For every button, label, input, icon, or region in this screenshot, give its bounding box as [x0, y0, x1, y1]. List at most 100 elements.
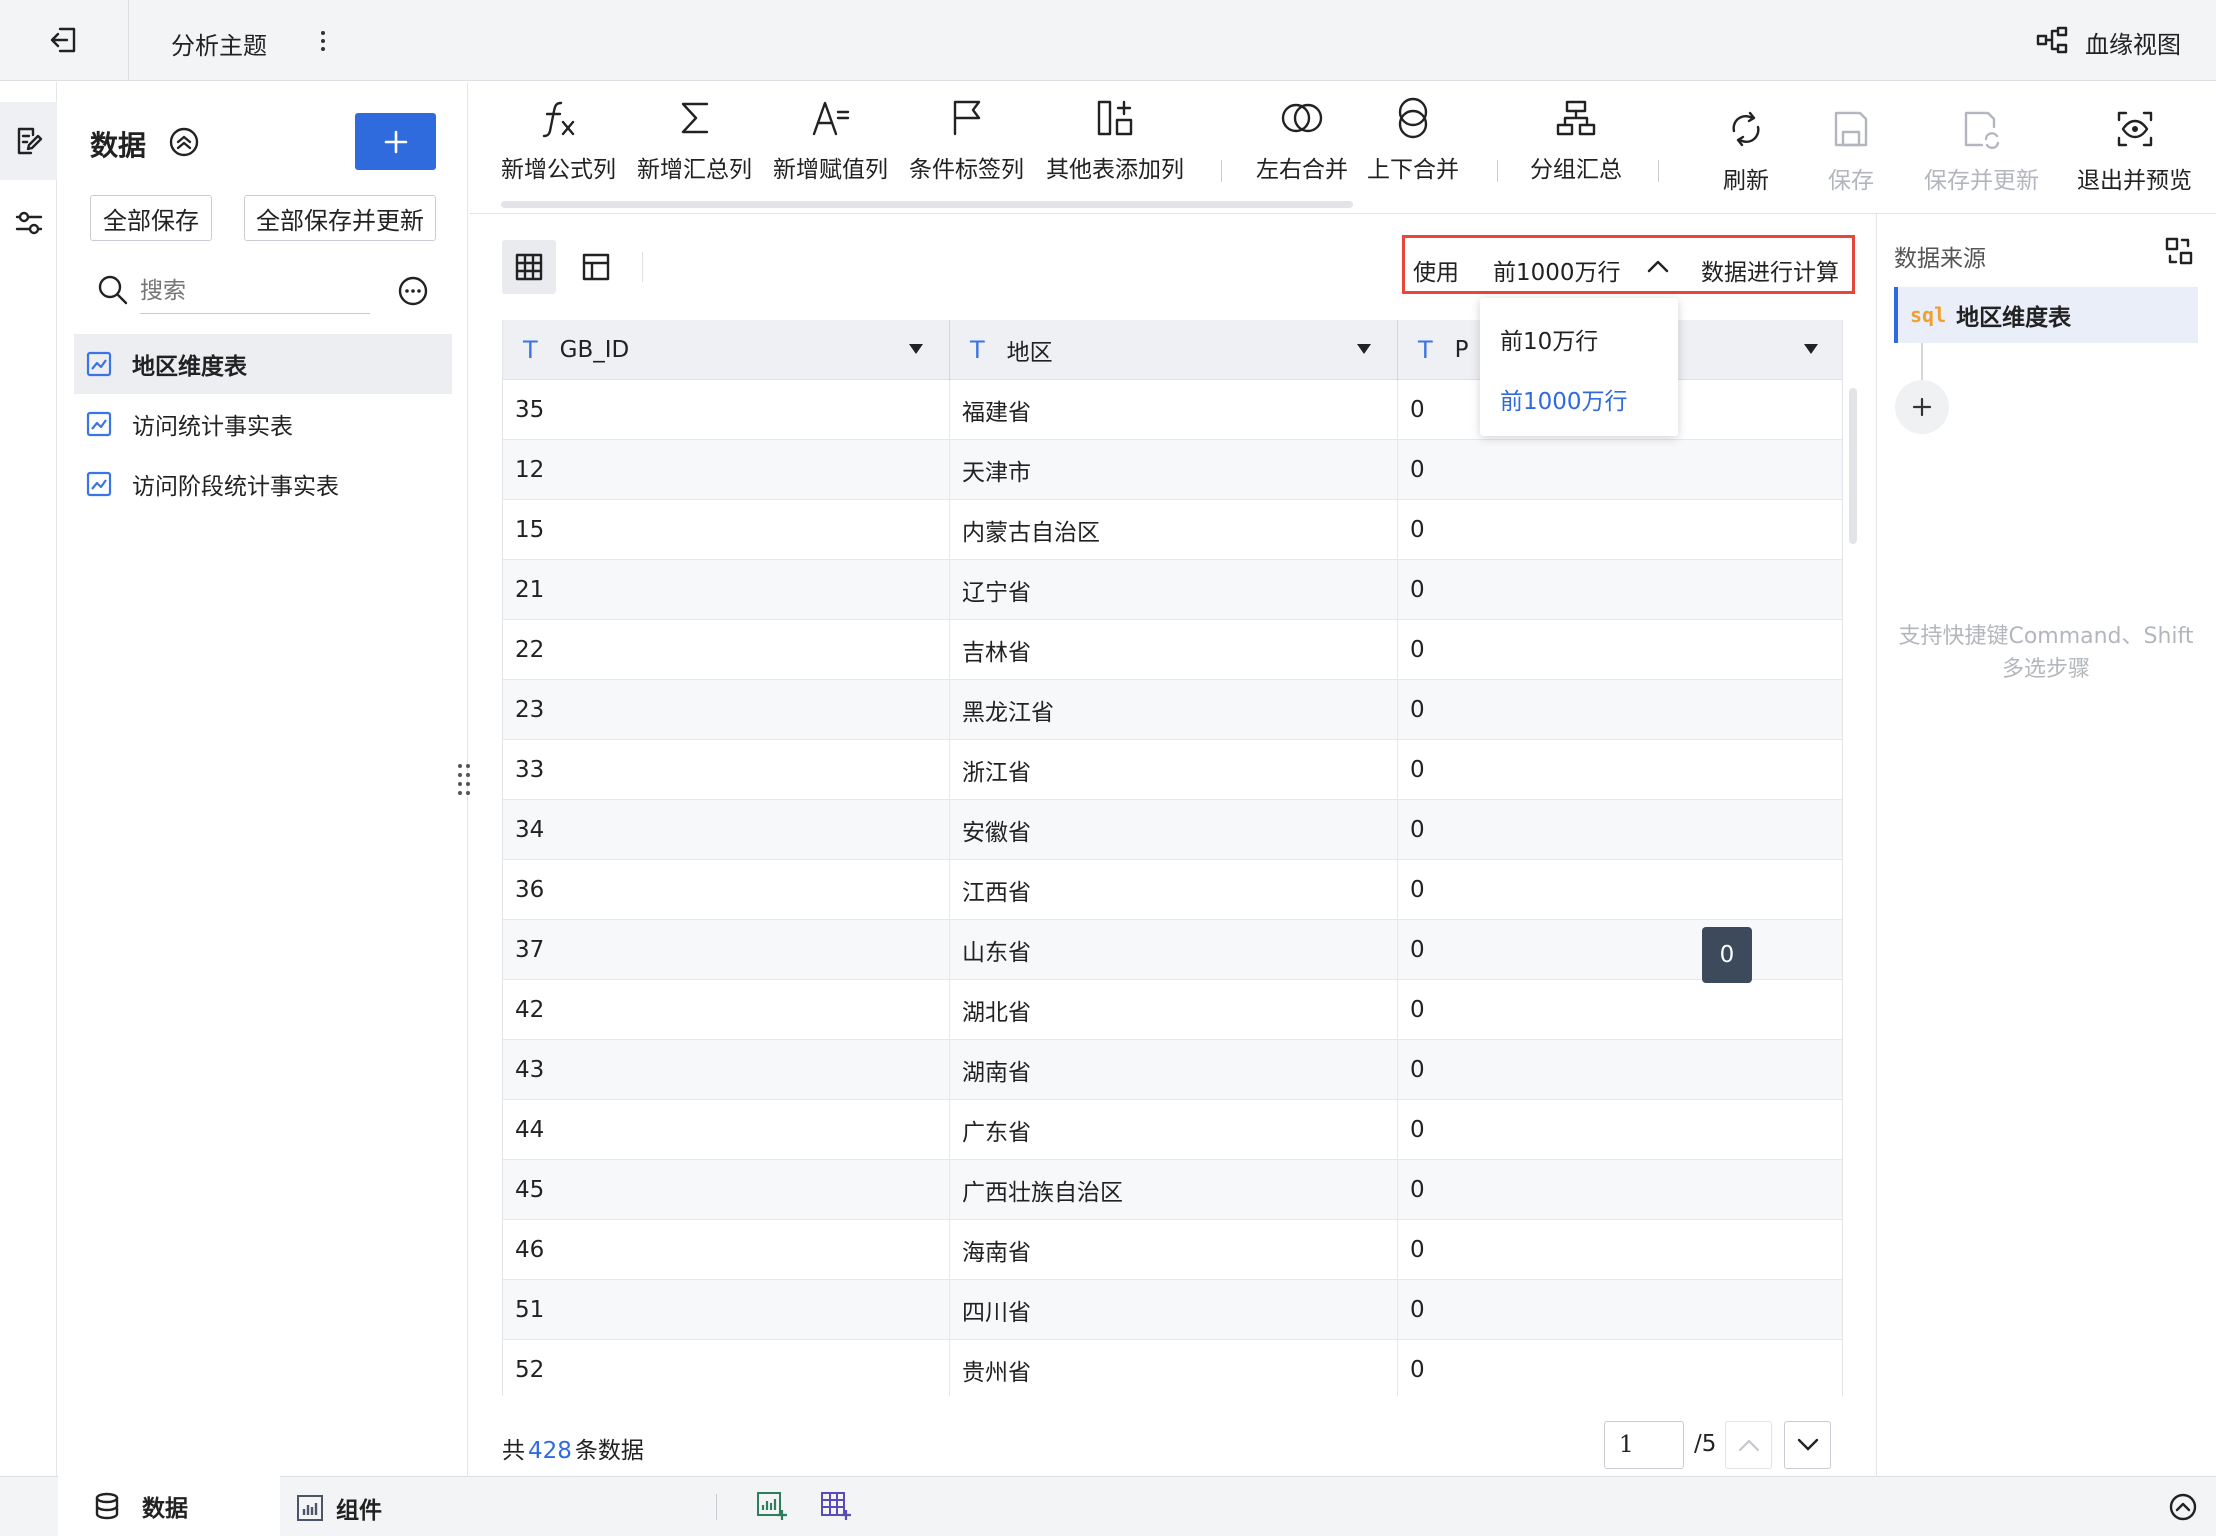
table-row[interactable]: 37 山东省 0 [503, 920, 1842, 980]
settings-sliders-icon[interactable] [13, 207, 45, 239]
table-cell[interactable]: 海南省 [950, 1220, 1398, 1280]
table-row[interactable]: 52 贵州省 0 [503, 1340, 1842, 1396]
table-cell[interactable]: 12 [503, 440, 950, 500]
table-row[interactable]: 23 黑龙江省 0 [503, 680, 1842, 740]
table-cell[interactable]: 安徽省 [950, 800, 1398, 860]
table-cell[interactable]: 23 [503, 680, 950, 740]
add-data-button[interactable] [355, 113, 436, 170]
table-row[interactable]: 45 广西壮族自治区 0 [503, 1160, 1842, 1220]
more-options-icon[interactable] [397, 275, 429, 307]
table-row[interactable]: 43 湖南省 0 [503, 1040, 1842, 1100]
add-summary-column-button[interactable]: 新增汇总列 [637, 92, 752, 184]
group-summary-button[interactable]: 分组汇总 [1530, 92, 1622, 184]
table-cell[interactable]: 35 [503, 380, 950, 440]
left-right-merge-button[interactable]: 左右合并 [1256, 92, 1348, 184]
tree-item-visit-fact[interactable]: 访问统计事实表 [74, 394, 452, 454]
table-cell[interactable]: 22 [503, 620, 950, 680]
page-number-input[interactable] [1604, 1421, 1684, 1469]
table-cell[interactable]: 浙江省 [950, 740, 1398, 800]
table-cell[interactable]: 36 [503, 860, 950, 920]
table-row[interactable]: 15 内蒙古自治区 0 [503, 500, 1842, 560]
table-cell[interactable]: 45 [503, 1160, 950, 1220]
more-vertical-icon[interactable] [318, 26, 328, 56]
caret-down-icon[interactable] [1357, 344, 1371, 354]
table-cell[interactable]: 黑龙江省 [950, 680, 1398, 740]
table-cell[interactable]: 42 [503, 980, 950, 1040]
table-cell[interactable]: 44 [503, 1100, 950, 1160]
prev-page-button[interactable] [1725, 1421, 1772, 1469]
save-all-update-button[interactable]: 全部保存并更新 [244, 195, 436, 241]
table-cell[interactable]: 33 [503, 740, 950, 800]
table-cell[interactable]: 湖北省 [950, 980, 1398, 1040]
column-header-region[interactable]: T 地区 [950, 320, 1398, 380]
toolbar-horizontal-scrollbar[interactable] [501, 201, 1353, 208]
add-assign-column-button[interactable]: 新增赋值列 [773, 92, 888, 184]
panel-resize-handle[interactable] [457, 762, 471, 796]
table-cell[interactable]: 37 [503, 920, 950, 980]
table-row[interactable]: 33 浙江省 0 [503, 740, 1842, 800]
table-cell[interactable]: 34 [503, 800, 950, 860]
table-cell[interactable]: 四川省 [950, 1280, 1398, 1340]
table-cell[interactable]: 0 [1398, 1040, 1842, 1100]
tree-item-region-dim[interactable]: 地区维度表 [74, 334, 452, 394]
table-cell[interactable]: 0 [1398, 560, 1842, 620]
table-cell[interactable]: 0 [1398, 1280, 1842, 1340]
table-cell[interactable]: 51 [503, 1280, 950, 1340]
refresh-button[interactable]: 刷新 [1723, 103, 1769, 195]
save-all-button[interactable]: 全部保存 [90, 195, 212, 241]
table-cell[interactable]: 46 [503, 1220, 950, 1280]
table-cell[interactable]: 贵州省 [950, 1340, 1398, 1396]
layout-view-button[interactable] [569, 240, 623, 294]
data-edit-icon[interactable] [13, 125, 45, 157]
data-source-item[interactable]: sql 地区维度表 [1894, 287, 2198, 343]
table-vertical-scrollbar[interactable] [1849, 388, 1857, 544]
tree-item-visit-stage-fact[interactable]: 访问阶段统计事实表 [74, 454, 452, 514]
column-header-gb-id[interactable]: T GB_ID [503, 320, 950, 380]
table-cell[interactable]: 湖南省 [950, 1040, 1398, 1100]
exit-and-preview-button[interactable]: 退出并预览 [2077, 103, 2192, 195]
table-cell[interactable]: 江西省 [950, 860, 1398, 920]
collapse-up-icon[interactable] [168, 126, 200, 158]
table-row[interactable]: 46 海南省 0 [503, 1220, 1842, 1280]
collapse-bottom-icon[interactable] [2168, 1492, 2198, 1522]
dropdown-option-100k[interactable]: 前10万行 [1500, 322, 1598, 356]
table-cell[interactable]: 0 [1398, 980, 1842, 1040]
table-cell[interactable]: 0 [1398, 920, 1842, 980]
table-cell[interactable]: 21 [503, 560, 950, 620]
search-input[interactable] [140, 268, 370, 314]
table-cell[interactable]: 广西壮族自治区 [950, 1160, 1398, 1220]
table-cell[interactable]: 0 [1398, 800, 1842, 860]
bottom-tab-data[interactable]: 数据 [58, 1476, 280, 1536]
top-bottom-merge-button[interactable]: 上下合并 [1367, 92, 1459, 184]
lineage-icon[interactable] [2036, 26, 2068, 54]
table-cell[interactable]: 0 [1398, 860, 1842, 920]
table-cell[interactable]: 0 [1398, 1100, 1842, 1160]
bottom-tab-component[interactable]: 组件 [296, 1488, 382, 1528]
table-row[interactable]: 42 湖北省 0 [503, 980, 1842, 1040]
caret-down-icon[interactable] [909, 344, 923, 354]
table-cell[interactable]: 0 [1398, 740, 1842, 800]
add-step-button[interactable] [1895, 380, 1949, 434]
next-page-button[interactable] [1784, 1421, 1831, 1469]
table-cell[interactable]: 内蒙古自治区 [950, 500, 1398, 560]
add-chart-icon[interactable] [756, 1490, 788, 1522]
table-row[interactable]: 22 吉林省 0 [503, 620, 1842, 680]
table-row[interactable]: 12 天津市 0 [503, 440, 1842, 500]
dropdown-option-10m[interactable]: 前1000万行 [1500, 382, 1628, 416]
table-cell[interactable]: 辽宁省 [950, 560, 1398, 620]
grid-view-button[interactable] [502, 240, 556, 294]
add-table-icon[interactable] [820, 1490, 852, 1522]
table-cell[interactable]: 0 [1398, 440, 1842, 500]
conditional-tag-column-button[interactable]: 条件标签列 [909, 92, 1024, 184]
lineage-view-link[interactable]: 血缘视图 [2085, 25, 2181, 60]
table-row[interactable]: 34 安徽省 0 [503, 800, 1842, 860]
table-cell[interactable]: 15 [503, 500, 950, 560]
table-cell[interactable]: 0 [1398, 1160, 1842, 1220]
caret-down-icon[interactable] [1804, 344, 1818, 354]
save-button[interactable]: 保存 [1828, 103, 1874, 195]
table-row[interactable]: 21 辽宁省 0 [503, 560, 1842, 620]
table-cell[interactable]: 43 [503, 1040, 950, 1100]
table-cell[interactable]: 52 [503, 1340, 950, 1396]
table-cell[interactable]: 0 [1398, 1340, 1842, 1396]
table-cell[interactable]: 0 [1398, 500, 1842, 560]
